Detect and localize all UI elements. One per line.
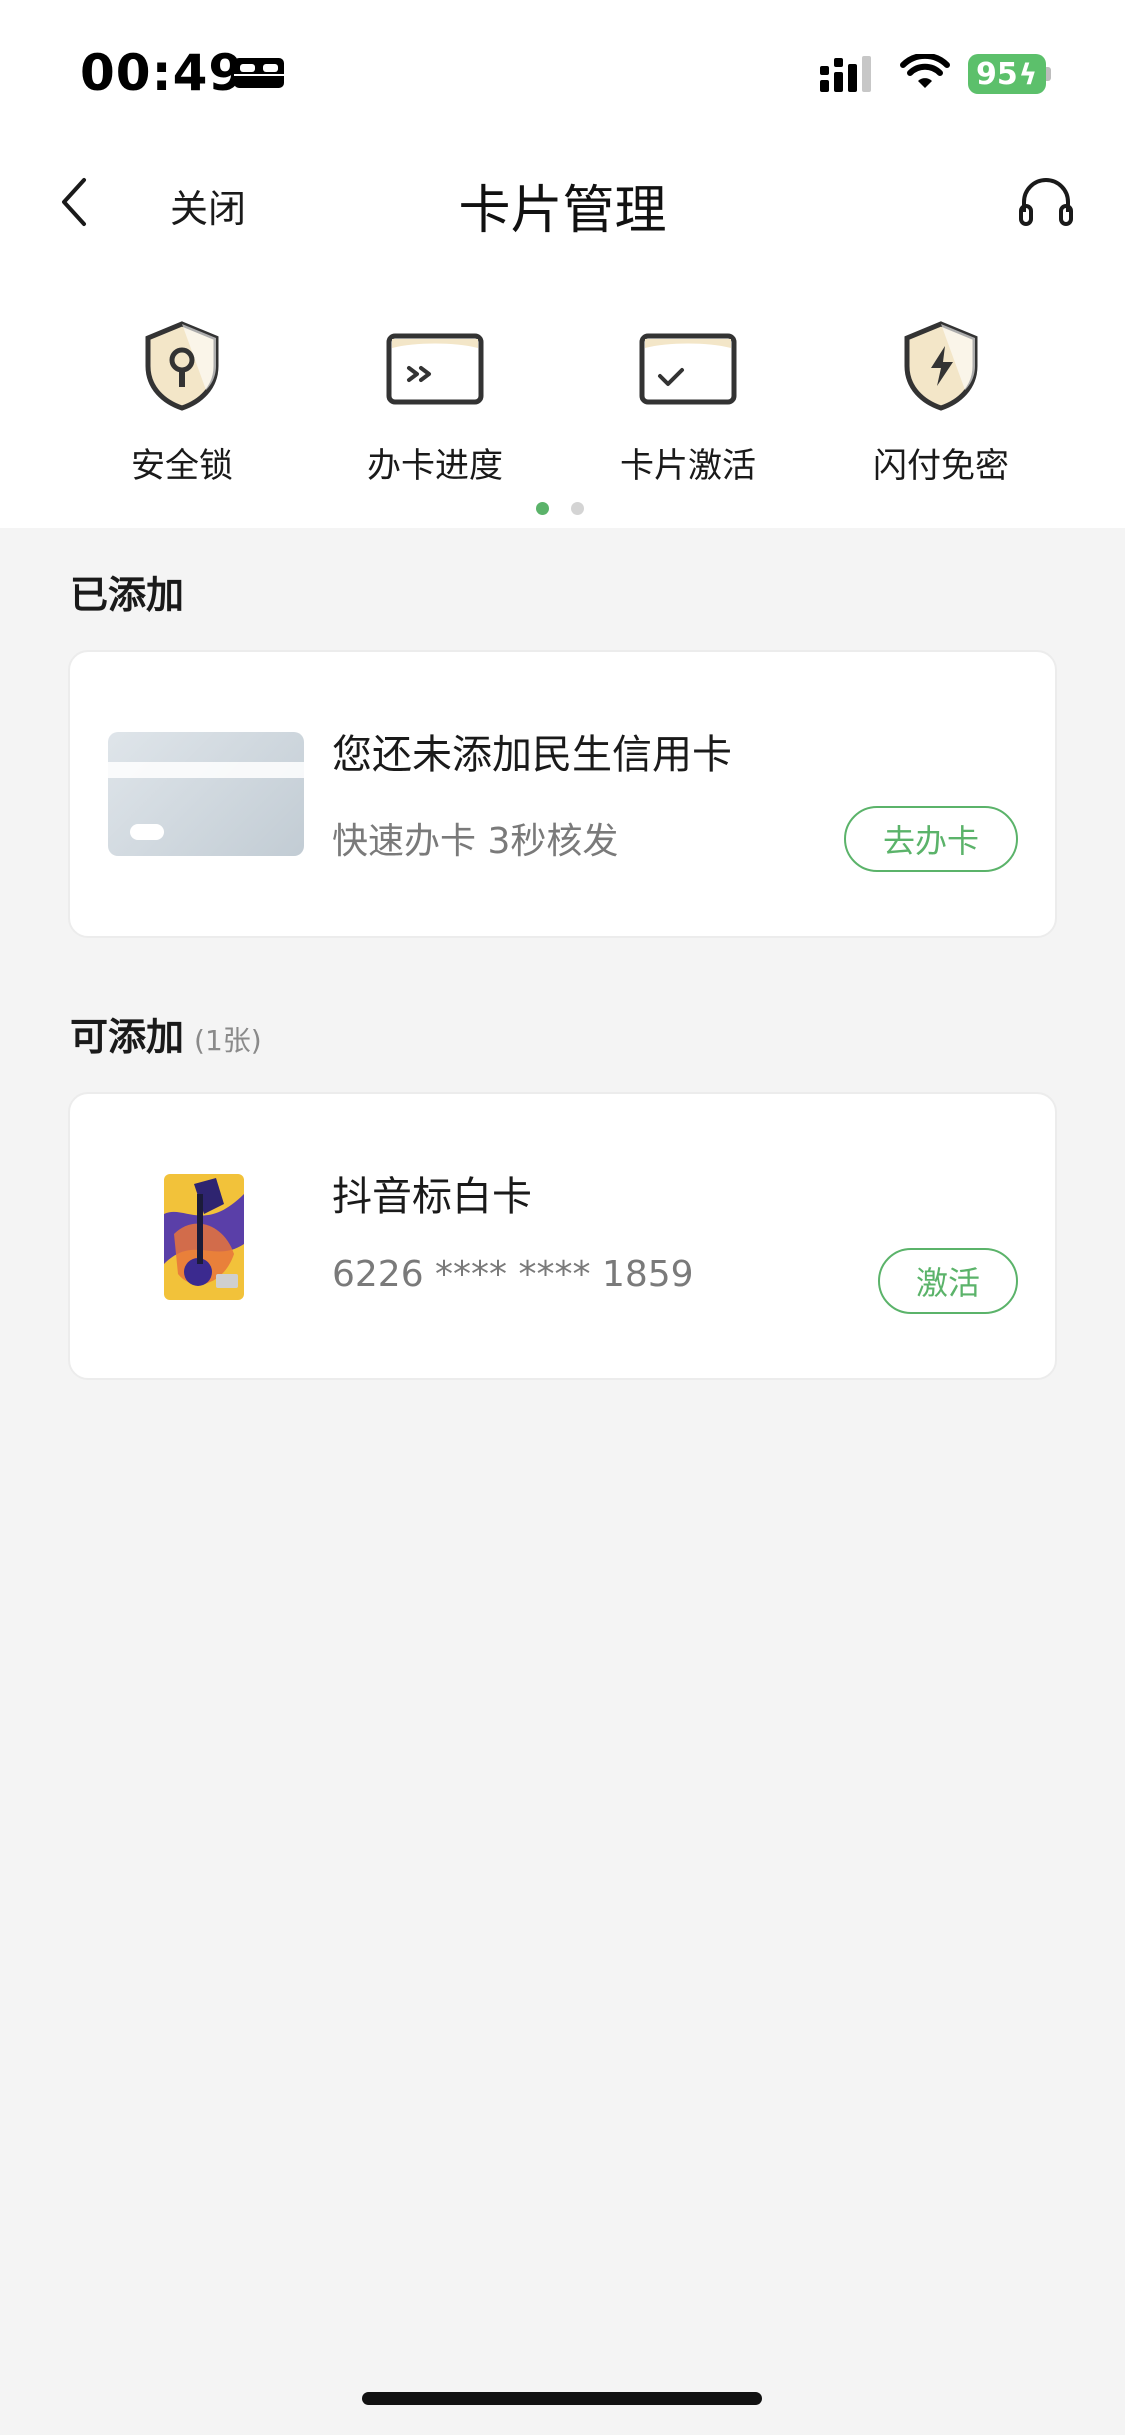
section-count: (1张)	[194, 1024, 262, 1057]
quick-action-quickpass[interactable]: 闪付免密	[821, 318, 1061, 487]
added-card-panel: 您还未添加民生信用卡 快速办卡 3秒核发 去办卡	[68, 650, 1057, 938]
section-title-text: 已添加	[70, 573, 185, 617]
shield-lightning-icon	[904, 321, 978, 411]
quick-action-card-progress[interactable]: 办卡进度	[315, 318, 555, 487]
section-title-added: 已添加	[70, 564, 184, 619]
pager-dot-active	[536, 502, 549, 515]
quick-action-card-activate[interactable]: 卡片激活	[568, 318, 808, 487]
apply-card-button[interactable]: 去办卡	[844, 806, 1018, 872]
cellular-signal-icon	[820, 56, 871, 92]
battery-tip	[1046, 67, 1051, 81]
page-title: 卡片管理	[458, 181, 667, 241]
card-activate-icon	[639, 333, 737, 405]
headset-icon[interactable]	[1018, 176, 1074, 228]
section-title-text: 可添加	[70, 1015, 185, 1059]
section-title-addable: 可添加 (1张)	[70, 1006, 262, 1061]
status-time: 00:49	[80, 44, 245, 102]
quick-action-label: 安全锁	[131, 446, 233, 486]
card-subtitle: 快速办卡 3秒核发	[332, 821, 619, 862]
battery-charging-icon: 95 ϟ	[968, 54, 1046, 94]
card-chip	[130, 824, 164, 840]
card-title: 您还未添加民生信用卡	[332, 732, 732, 778]
home-indicator	[362, 2392, 762, 2405]
activate-button[interactable]: 激活	[878, 1248, 1018, 1314]
quick-action-label: 闪付免密	[873, 446, 1009, 486]
pager-dots	[536, 502, 584, 515]
quick-action-label: 办卡进度	[367, 446, 503, 486]
card-number: 6226 **** **** 1859	[332, 1254, 694, 1295]
wifi-icon	[900, 54, 950, 88]
bolt-icon: ϟ	[1018, 57, 1038, 91]
card-title: 抖音标白卡	[332, 1174, 532, 1220]
bed-icon	[234, 58, 284, 88]
quick-action-security-lock[interactable]: 安全锁	[62, 318, 302, 487]
battery-level: 95	[976, 56, 1018, 92]
shield-lock-icon	[145, 321, 219, 411]
quick-action-label: 卡片激活	[620, 446, 756, 486]
card-stripe	[108, 762, 304, 778]
addable-card-panel: 抖音标白卡 6226 **** **** 1859 激活	[68, 1092, 1057, 1380]
douyin-card-image	[164, 1174, 244, 1300]
pager-dot	[571, 502, 584, 515]
card-placeholder-image	[108, 732, 304, 856]
card-progress-icon	[386, 333, 484, 405]
